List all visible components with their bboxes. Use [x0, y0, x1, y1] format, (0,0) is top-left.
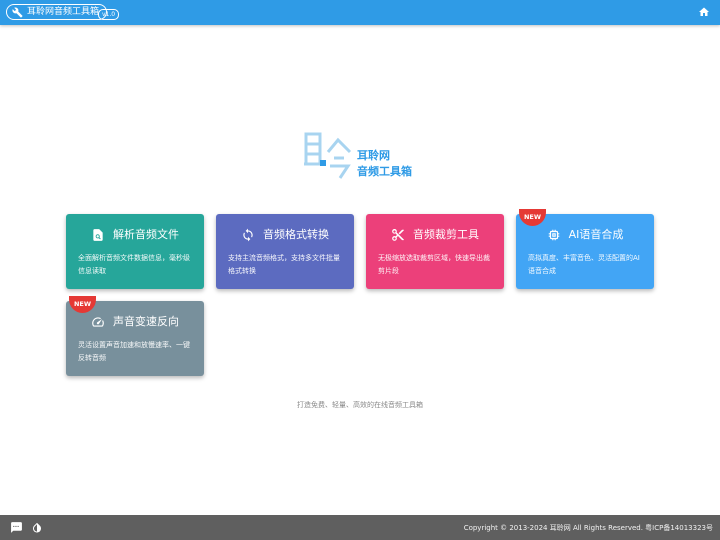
chat-icon[interactable] — [10, 521, 23, 534]
new-badge: NEW — [519, 209, 546, 226]
card-title-row: 音频格式转换 — [216, 226, 354, 244]
copyright-text: Copyright © 2013-2024 耳聆网 All Rights Res… — [463, 524, 713, 532]
card-description: 高拟真度、丰富音色、灵活配置的AI语音合成 — [528, 254, 640, 275]
home-icon[interactable] — [698, 6, 710, 18]
top-app-bar: 耳聆网音频工具箱 v1.0 — [0, 0, 720, 25]
chip-icon — [548, 229, 559, 241]
tools-icon — [12, 7, 23, 18]
tool-card-speed-reverse[interactable]: NEW 声音变速反向 灵活设置声音加速和放慢速率、一键反转音频 — [66, 296, 204, 376]
tagline: 打造免费、轻量、高效的在线音频工具箱 — [297, 401, 423, 409]
version-badge: v1.0 — [98, 9, 120, 20]
card-title-row: 声音变速反向 — [66, 313, 204, 331]
card-description: 全面解析音频文件数据信息，毫秒级信息读取 — [78, 254, 190, 275]
card-title: 音频格式转换 — [263, 228, 329, 241]
logo-mark — [304, 132, 352, 179]
card-title: 解析音频文件 — [113, 228, 179, 241]
audio-file-search-icon — [93, 229, 103, 241]
card-description: 无极缩放选取裁剪区域，快速导出裁剪片段 — [378, 254, 490, 275]
card-title-row: 解析音频文件 — [66, 226, 204, 244]
card-title-row: 音频裁剪工具 — [366, 226, 504, 244]
tool-card-format-convert[interactable]: 音频格式转换 支持主流音频格式，支持多文件批量格式转换 — [216, 214, 354, 289]
card-title: 声音变速反向 — [113, 315, 179, 328]
scissors-icon — [392, 228, 404, 241]
logo-text-site: 耳聆网 — [357, 149, 390, 162]
tool-card-parse-audio[interactable]: 解析音频文件 全面解析音频文件数据信息，毫秒级信息读取 — [66, 214, 204, 289]
card-description: 支持主流音频格式，支持多文件批量格式转换 — [228, 254, 340, 275]
footer-bar: Copyright © 2013-2024 耳聆网 All Rights Res… — [0, 515, 720, 540]
theme-drop-icon[interactable] — [31, 521, 43, 534]
card-title: 音频裁剪工具 — [413, 228, 479, 241]
app-name: 耳聆网音频工具箱 — [27, 7, 100, 17]
card-title: AI语音合成 — [568, 228, 624, 241]
speedometer-icon — [92, 317, 104, 327]
logo-text-toolbox: 音频工具箱 — [357, 165, 412, 178]
tool-card-ai-tts[interactable]: NEW AI语音合成 高拟真度、丰富音色、灵活配置的AI语音合成 — [516, 209, 654, 289]
card-title-row: AI语音合成 — [516, 226, 654, 244]
new-badge: NEW — [69, 296, 96, 313]
app-title-button[interactable]: 耳聆网音频工具箱 — [6, 4, 108, 20]
convert-icon — [243, 228, 253, 242]
tool-card-audio-trim[interactable]: 音频裁剪工具 无极缩放选取裁剪区域，快速导出裁剪片段 — [366, 214, 504, 289]
site-logo: 耳聆网 音频工具箱 — [304, 130, 424, 182]
card-description: 灵活设置声音加速和放慢速率、一键反转音频 — [78, 341, 190, 362]
